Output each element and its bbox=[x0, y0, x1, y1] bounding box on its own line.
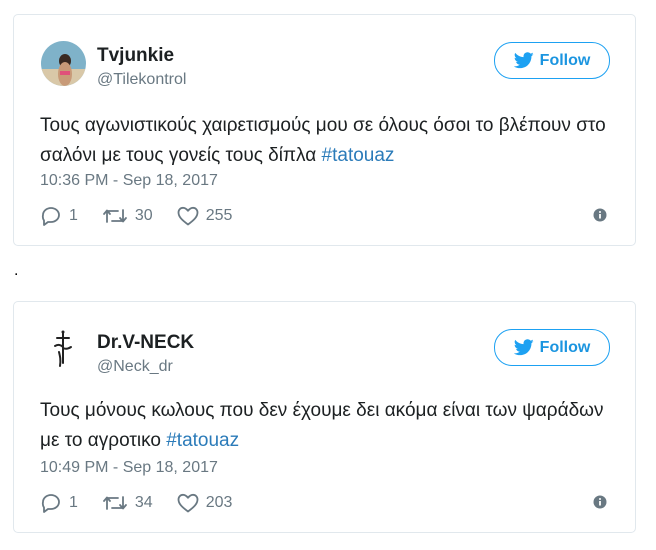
reply-button[interactable]: 1 bbox=[40, 206, 78, 226]
reply-icon bbox=[41, 494, 60, 513]
separator-text: . bbox=[14, 262, 19, 279]
reply-count: 1 bbox=[69, 494, 78, 511]
like-button[interactable]: 203 bbox=[177, 493, 233, 513]
heart-icon bbox=[177, 206, 199, 226]
twitter-bird-icon bbox=[513, 339, 534, 356]
info-icon[interactable] bbox=[593, 495, 607, 509]
retweet-button[interactable]: 34 bbox=[102, 494, 153, 512]
like-button[interactable]: 255 bbox=[177, 206, 233, 226]
user-handle[interactable]: @Tilekontrol bbox=[97, 71, 186, 89]
hashtag-link[interactable]: #tatouaz bbox=[166, 430, 239, 451]
info-icon[interactable] bbox=[593, 208, 607, 222]
retweet-icon bbox=[103, 496, 127, 510]
retweet-count: 34 bbox=[134, 494, 153, 511]
tweet-body: Τους μόνους κωλους που δεν έχουμε δει ακ… bbox=[40, 400, 604, 451]
user-handle[interactable]: @Neck_dr bbox=[97, 358, 173, 376]
tweet-actions: 1 34 203 bbox=[40, 492, 256, 514]
tweet-timestamp[interactable]: 10:49 PM - Sep 18, 2017 bbox=[40, 459, 218, 477]
reply-button[interactable]: 1 bbox=[40, 493, 78, 513]
avatar[interactable] bbox=[41, 328, 86, 373]
tweet-card: Tvjunkie @Tilekontrol Follow Τους αγωνισ… bbox=[13, 14, 636, 246]
like-count: 203 bbox=[205, 494, 233, 511]
tweet-timestamp[interactable]: 10:36 PM - Sep 18, 2017 bbox=[40, 172, 218, 190]
reply-icon bbox=[41, 207, 60, 226]
retweet-count: 30 bbox=[134, 207, 153, 224]
follow-label: Follow bbox=[539, 338, 591, 356]
retweet-icon bbox=[103, 209, 127, 223]
like-count: 255 bbox=[205, 207, 233, 224]
hashtag-link[interactable]: #tatouaz bbox=[322, 145, 395, 166]
tweet-card: Dr.V-NECK @Neck_dr Follow Τους μόνους κω… bbox=[13, 301, 636, 533]
reply-count: 1 bbox=[69, 207, 78, 224]
follow-button[interactable]: Follow bbox=[494, 42, 610, 79]
follow-button[interactable]: Follow bbox=[494, 329, 610, 366]
heart-icon bbox=[177, 493, 199, 513]
display-name[interactable]: Dr.V-NECK bbox=[97, 332, 194, 354]
tweet-text: Τους αγωνιστικούς χαιρετισμούς μου σε όλ… bbox=[40, 111, 620, 171]
twitter-bird-icon bbox=[513, 52, 534, 69]
retweet-button[interactable]: 30 bbox=[102, 207, 153, 225]
avatar[interactable] bbox=[41, 41, 86, 86]
tweet-actions: 1 30 255 bbox=[40, 205, 256, 227]
follow-label: Follow bbox=[539, 51, 591, 69]
tweet-text: Τους μόνους κωλους που δεν έχουμε δει ακ… bbox=[40, 396, 620, 456]
display-name[interactable]: Tvjunkie bbox=[97, 45, 174, 67]
